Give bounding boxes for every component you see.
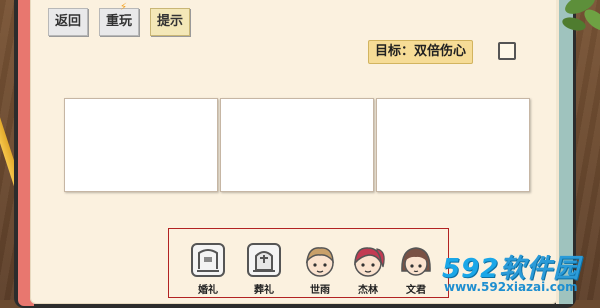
lightning-icon: ⚡ [120, 2, 128, 13]
girl-ponytail-character-icon [354, 247, 385, 277]
inventory-item-character-1[interactable]: 世雨 [297, 241, 343, 297]
watermark-url: www.592xiazai.com [444, 280, 578, 294]
goal-label: 目标：双倍伤心 [368, 40, 474, 64]
inventory-item-label: 杰林 [358, 285, 378, 296]
inventory-item-label: 世雨 [310, 285, 330, 296]
replay-button[interactable]: 重玩 [99, 8, 140, 36]
wedding-card-icon [191, 243, 225, 277]
goal-checkbox [498, 42, 516, 60]
comic-frame-slot-2[interactable] [220, 98, 374, 192]
girl-short-hair-character-icon [401, 247, 431, 276]
inventory-item-funeral[interactable]: 葬礼 [241, 241, 287, 297]
inventory-tray: 婚礼 葬礼 世雨 杰林 文君 [168, 228, 449, 298]
inventory-item-wedding[interactable]: 婚礼 [185, 241, 231, 297]
hint-button[interactable]: 提示 [150, 8, 191, 36]
inventory-item-character-3[interactable]: 文君 [393, 241, 439, 297]
inventory-item-label: 文君 [406, 285, 426, 296]
funeral-tombstone-icon [247, 243, 281, 277]
boy-character-icon [305, 247, 334, 277]
comic-frame-slot-1[interactable] [64, 98, 218, 192]
plant-leaves-icon [562, 0, 600, 31]
comic-frame-slot-3[interactable] [376, 98, 530, 192]
inventory-item-character-2[interactable]: 杰林 [345, 241, 391, 297]
inventory-item-label: 葬礼 [254, 285, 274, 296]
inventory-item-label: 婚礼 [198, 285, 218, 296]
back-button[interactable]: 返回 [48, 8, 89, 36]
